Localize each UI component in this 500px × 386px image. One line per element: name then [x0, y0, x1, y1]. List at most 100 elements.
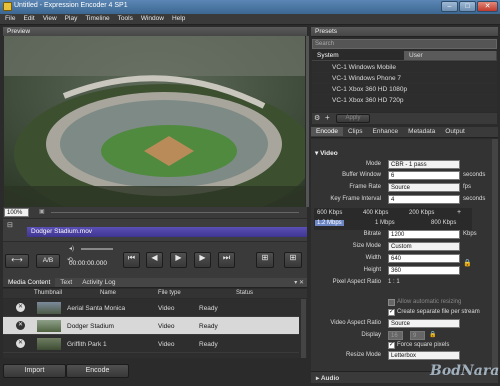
- buffer-input[interactable]: 6: [388, 171, 460, 180]
- encode-button[interactable]: Encode: [66, 364, 129, 378]
- menu-help[interactable]: Help: [167, 14, 188, 22]
- stream-200[interactable]: 200 Kbps: [409, 210, 434, 216]
- remove-icon[interactable]: ✕: [16, 339, 25, 348]
- stream-800[interactable]: 800 Kbps: [431, 220, 456, 226]
- split-icon[interactable]: ⟷: [5, 254, 29, 268]
- step-forward-icon[interactable]: ▶: [194, 252, 211, 268]
- display-lock-icon[interactable]: 🔒: [429, 331, 436, 338]
- menu-play[interactable]: Play: [60, 14, 81, 22]
- display-width-input[interactable]: 16: [388, 331, 403, 340]
- settings-icon[interactable]: ⚙: [314, 114, 320, 122]
- fullscreen-icon[interactable]: ▣: [39, 208, 45, 215]
- preset-item[interactable]: VC-1 Xbox 360 HD 1080p: [312, 84, 497, 95]
- stadium-image: [4, 36, 305, 207]
- col-name[interactable]: Name: [100, 290, 116, 296]
- menu-tools[interactable]: Tools: [113, 14, 136, 22]
- media-type: Video: [158, 341, 175, 348]
- tab-activity-log[interactable]: Activity Log: [77, 278, 120, 287]
- import-button[interactable]: Import: [3, 364, 66, 378]
- encode-scrollbar[interactable]: [492, 139, 498, 371]
- tab-media-content[interactable]: Media Content: [3, 278, 56, 287]
- keyframe-input[interactable]: 4: [388, 195, 460, 204]
- sizemode-dropdown[interactable]: Custom: [388, 242, 460, 251]
- framerate-dropdown[interactable]: Source: [388, 183, 460, 192]
- preset-item[interactable]: VC-1 Windows Mobile: [312, 62, 497, 73]
- preview-scrollbar[interactable]: [306, 36, 309, 207]
- clip-name: Dodger Stadium.mov: [31, 228, 93, 235]
- mark-in-icon[interactable]: ⊞: [256, 252, 274, 268]
- add-stream-icon[interactable]: +: [457, 209, 461, 216]
- apply-button[interactable]: Apply: [336, 114, 370, 123]
- keyframe-unit: seconds: [463, 196, 486, 202]
- tab-enhance[interactable]: Enhance: [368, 127, 404, 136]
- preset-item[interactable]: VC-1 Windows Phone 7: [312, 73, 497, 84]
- tab-encode[interactable]: Encode: [311, 127, 344, 136]
- presets-search-input[interactable]: Search: [312, 39, 497, 49]
- remove-icon[interactable]: ✕: [16, 303, 25, 312]
- volume-icon[interactable]: ◂): [69, 245, 74, 252]
- media-scrollbar[interactable]: [301, 299, 306, 358]
- remove-icon[interactable]: ✕: [16, 321, 25, 330]
- media-name: Aerial Santa Monica: [67, 305, 126, 312]
- zoom-dropdown[interactable]: 100%: [4, 208, 29, 217]
- media-row[interactable]: ✕ Dodger Stadium Video Ready: [3, 317, 299, 335]
- resize-mode-dropdown[interactable]: Letterbox: [388, 351, 460, 360]
- stream-1200[interactable]: 1.2 Mbps: [315, 220, 344, 226]
- height-input[interactable]: 360: [388, 266, 460, 275]
- tab-text[interactable]: Text: [55, 278, 77, 287]
- next-icon[interactable]: ⏭: [218, 252, 235, 268]
- media-list: ✕ Aerial Santa Monica Video Ready ✕ Dodg…: [3, 299, 307, 358]
- col-status[interactable]: Status: [236, 290, 253, 296]
- ab-button[interactable]: A/B: [36, 254, 60, 268]
- video-preview[interactable]: [4, 36, 305, 207]
- maximize-button[interactable]: □: [459, 1, 476, 12]
- bitrate-label: Bitrate: [363, 231, 381, 237]
- force-square-checkbox[interactable]: ✓: [388, 342, 395, 349]
- mode-dropdown[interactable]: CBR - 1 pass: [388, 160, 460, 169]
- col-thumbnail[interactable]: Thumbnail: [34, 290, 62, 296]
- add-icon[interactable]: +: [325, 113, 330, 122]
- allow-resize-checkbox[interactable]: [388, 299, 395, 306]
- mark-out-icon[interactable]: ⊞: [284, 252, 302, 268]
- timeline-ruler[interactable]: [51, 212, 299, 213]
- bitrate-input[interactable]: 1200: [388, 230, 460, 239]
- video-section-header[interactable]: ▾ Video: [315, 149, 338, 157]
- stream-400[interactable]: 400 Kbps: [363, 210, 388, 216]
- menu-timeline[interactable]: Timeline: [80, 14, 112, 22]
- par-label: Pixel Aspect Ratio: [332, 279, 381, 285]
- clip-bar[interactable]: Dodger Stadium.mov: [27, 227, 307, 237]
- menu-file[interactable]: File: [0, 14, 18, 22]
- thumbnail: [37, 320, 61, 332]
- stream-1000[interactable]: 1 Mbps: [375, 220, 395, 226]
- step-back-icon[interactable]: ◀: [146, 252, 163, 268]
- col-file-type[interactable]: File type: [158, 290, 181, 296]
- separate-file-checkbox[interactable]: ✓: [388, 309, 395, 316]
- lock-icon[interactable]: 🔒: [463, 259, 472, 267]
- tab-metadata[interactable]: Metadata: [403, 127, 440, 136]
- tab-clips[interactable]: Clips: [343, 127, 367, 136]
- buffer-unit: seconds: [463, 172, 486, 178]
- media-row[interactable]: ✕ Griffith Park 1 Video Ready: [3, 335, 299, 353]
- window-title: Untitled - Expression Encoder 4 SP1: [14, 2, 128, 9]
- var-dropdown[interactable]: Source: [388, 319, 460, 328]
- track-icon: ⊟: [7, 222, 13, 229]
- close-button[interactable]: ✕: [477, 1, 498, 12]
- pin-icon[interactable]: ▾ ✕: [294, 279, 304, 286]
- tab-system[interactable]: System: [312, 51, 404, 60]
- media-row[interactable]: ✕ Aerial Santa Monica Video Ready: [3, 299, 299, 317]
- previous-icon[interactable]: ⏮: [123, 252, 140, 268]
- width-input[interactable]: 640: [388, 254, 460, 263]
- force-square-label: Force square pixels: [397, 342, 450, 348]
- menu-window[interactable]: Window: [136, 14, 167, 22]
- minimize-button[interactable]: –: [441, 1, 458, 12]
- menu-view[interactable]: View: [38, 14, 60, 22]
- menu-edit[interactable]: Edit: [18, 14, 37, 22]
- volume-slider[interactable]: [81, 248, 113, 250]
- tab-user[interactable]: User: [404, 51, 496, 60]
- play-icon[interactable]: ▶: [170, 252, 187, 268]
- tab-output[interactable]: Output: [440, 127, 470, 136]
- display-height-input[interactable]: 9: [410, 331, 425, 340]
- media-name: Dodger Stadium: [67, 323, 114, 330]
- preset-item[interactable]: VC-1 Xbox 360 HD 720p: [312, 95, 497, 106]
- stream-600[interactable]: 600 Kbps: [317, 210, 342, 216]
